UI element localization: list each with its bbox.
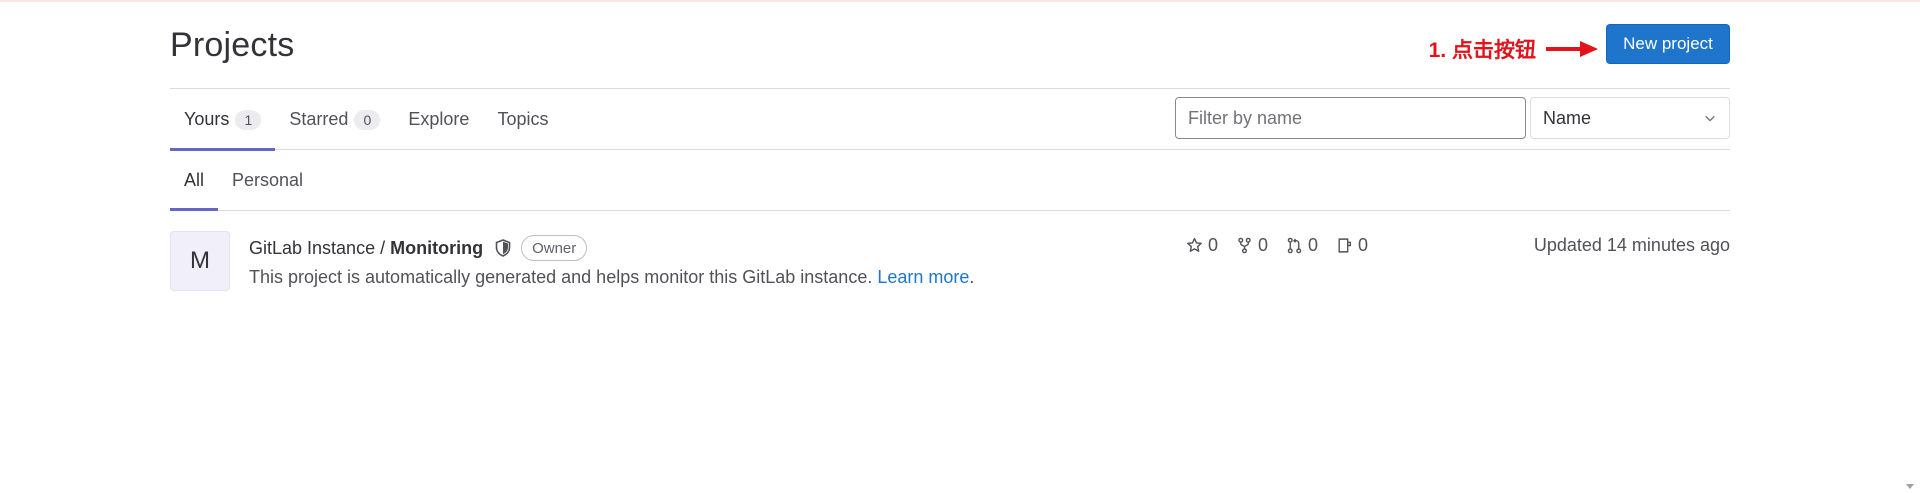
new-project-button[interactable]: New project [1606, 24, 1730, 64]
page-title: Projects [170, 26, 295, 64]
project-stats: 0 0 0 0 [1186, 235, 1386, 256]
project-name-link[interactable]: Monitoring [390, 238, 483, 259]
filter-subtabs-bar: All Personal [170, 150, 1730, 211]
stars-value: 0 [1208, 235, 1219, 255]
shield-icon [495, 239, 511, 257]
merge-request-icon [1287, 237, 1302, 254]
tab-explore[interactable]: Explore [394, 89, 483, 150]
subtab-personal[interactable]: Personal [218, 150, 317, 210]
arrow-right-icon [1546, 41, 1598, 57]
project-avatar[interactable]: M [170, 231, 230, 291]
sort-dropdown[interactable]: Name [1530, 97, 1730, 139]
project-tabs: Yours 1 Starred 0 Explore Topics [170, 89, 562, 151]
role-badge: Owner [521, 235, 588, 261]
issues-value: 0 [1358, 235, 1369, 255]
tab-yours[interactable]: Yours 1 [170, 89, 276, 151]
tab-label: Yours [184, 109, 230, 129]
merge-requests-value: 0 [1308, 235, 1319, 255]
path-separator: / [380, 237, 386, 258]
stars-count[interactable]: 0 [1186, 235, 1218, 256]
filter-subtabs: All Personal [170, 150, 1730, 211]
issues-count[interactable]: 0 [1336, 235, 1368, 256]
project-title: GitLab Instance / Monitoring Owner [249, 235, 588, 261]
updated-timestamp: Updated 14 minutes ago [1533, 235, 1730, 255]
merge-requests-count[interactable]: 0 [1286, 235, 1318, 256]
top-border [0, 0, 1920, 2]
page-header: Projects 1. 点击按钮 New project [170, 24, 1730, 66]
annotation: 1. 点击按钮 [1429, 34, 1600, 64]
count-badge: 0 [354, 109, 381, 130]
scrollbar-down-arrow[interactable] [1906, 484, 1914, 489]
tab-label: Starred [289, 109, 349, 129]
annotation-text: 1. 点击按钮 [1428, 39, 1536, 62]
tab-label: Topics [497, 109, 549, 129]
tab-starred[interactable]: Starred 0 [275, 89, 394, 150]
description-text: This project is automatically generated … [249, 267, 873, 287]
sort-selected: Name [1543, 107, 1592, 128]
project-namespace[interactable]: GitLab Instance [249, 238, 375, 259]
filter-input[interactable] [1175, 97, 1526, 139]
issues-icon [1338, 238, 1352, 253]
project-description: This project is automatically generated … [249, 267, 974, 288]
subtab-all[interactable]: All [170, 150, 219, 211]
tab-label: Explore [408, 109, 470, 129]
forks-value: 0 [1258, 235, 1269, 255]
project-tabs-bar: Yours 1 Starred 0 Explore Topics Name [170, 88, 1730, 151]
count-badge: 1 [235, 109, 262, 130]
tab-topics[interactable]: Topics [483, 89, 562, 150]
project-row: M GitLab Instance / Monitoring Owner Thi… [170, 230, 1730, 294]
star-icon [1187, 237, 1202, 252]
learn-more-link[interactable]: Learn more [877, 267, 969, 287]
fork-icon [1238, 237, 1251, 254]
chevron-down-icon [1705, 115, 1715, 122]
description-period: . [969, 267, 975, 287]
forks-count[interactable]: 0 [1236, 235, 1268, 256]
